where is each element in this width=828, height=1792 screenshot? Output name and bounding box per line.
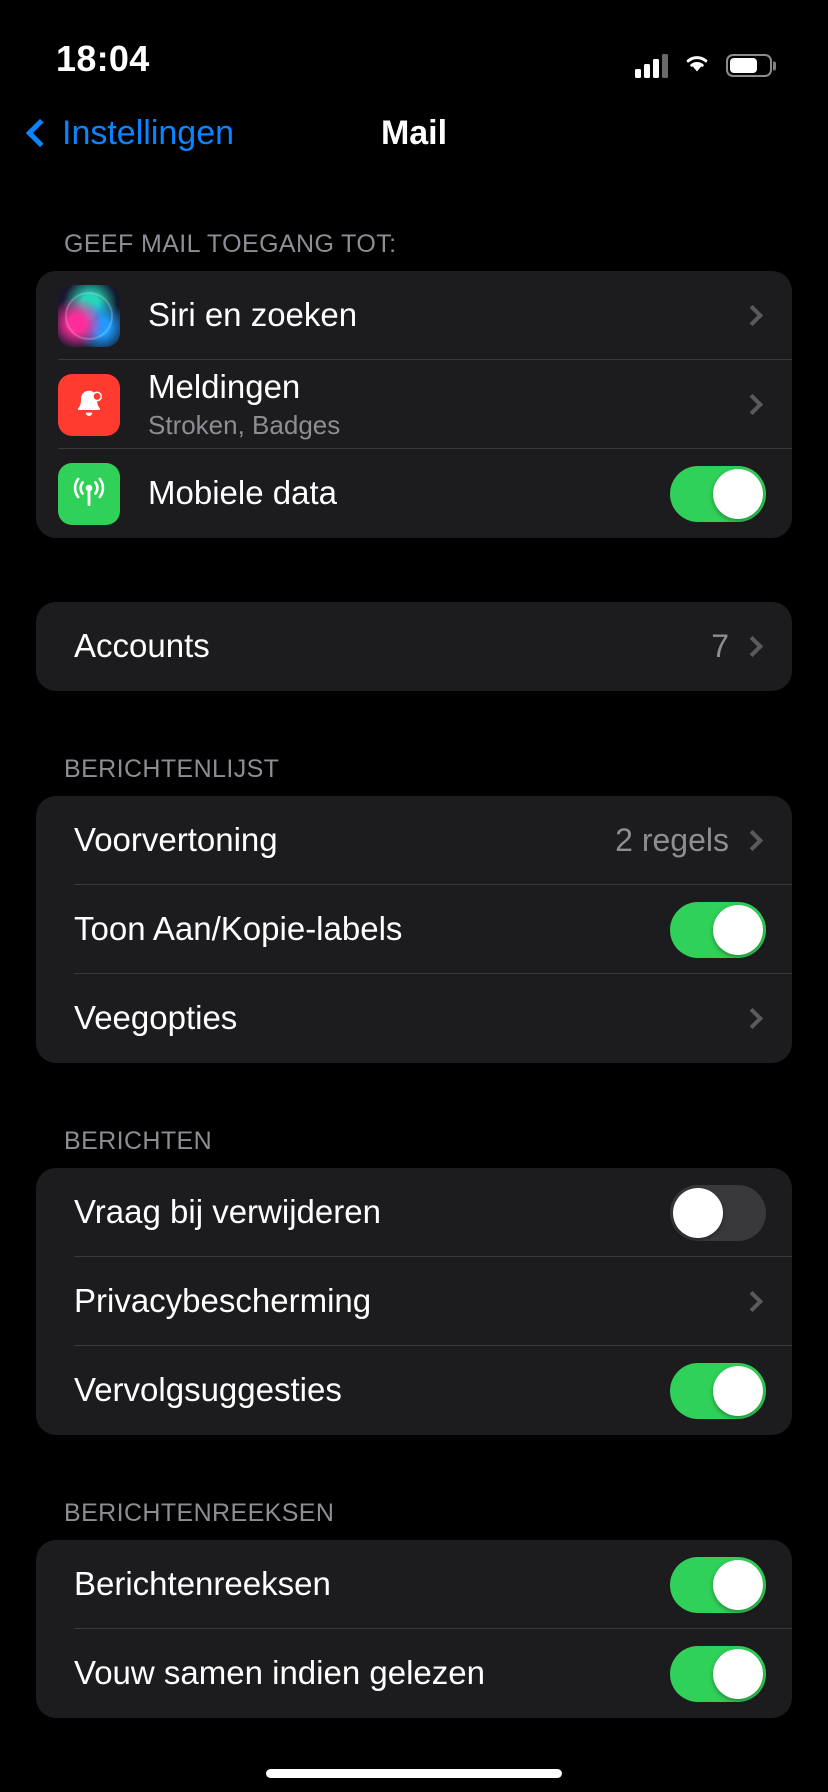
chevron-right-icon [741,304,764,327]
row-label: Veegopties [74,999,238,1037]
section-header: BERICHTENLIJST [64,755,280,783]
section-header: GEEF MAIL TOEGANG TOT: [64,230,397,258]
back-button[interactable]: Instellingen [25,113,235,153]
row-label: Privacybescherming [74,1282,372,1320]
row-label: Voorvertoning [74,821,278,859]
chevron-right-icon [741,1290,764,1313]
toggle-switch[interactable] [670,1645,766,1702]
bell-icon [58,373,120,436]
chevron-right-icon [741,829,764,852]
sidebar-row-toon-aan-kopie-labels[interactable]: Toon Aan/Kopie-labels [74,885,792,974]
chevron-left-icon [25,118,55,148]
cellular-data-icon [58,462,120,525]
row-label: Mobiele data [148,474,337,512]
sidebar-row-vraag-bij-verwijderen[interactable]: Vraag bij verwijderen [74,1168,792,1257]
row-sublabel: Stroken, Badges [148,410,341,441]
row-label: Accounts [74,627,210,665]
row-label: Toon Aan/Kopie-labels [74,910,403,948]
settings-group: Berichtenreeksen Vouw samen indien geleze… [36,1540,792,1718]
settings-group: Siri en zoeken Meldingen Stroken, Badges Mo… [36,271,792,538]
row-label: Meldingen Stroken, Badges [148,368,745,441]
toggle-knob [713,1559,763,1610]
chevron-right-icon [741,1007,764,1030]
section-header: BERICHTENREEKSEN [64,1499,335,1527]
toggle-switch[interactable] [670,465,766,522]
settings-group: Accounts 7 [36,602,792,691]
sidebar-row-accounts[interactable]: Accounts 7 [74,602,792,691]
section-header: BERICHTEN [64,1127,213,1155]
row-value: 7 [711,628,729,664]
toggle-switch[interactable] [670,1184,766,1241]
status-bar: 18:04 [0,0,828,92]
sidebar-row-vervolgsuggesties[interactable]: Vervolgsuggesties [74,1346,792,1435]
siri-icon [58,284,120,347]
toggle-switch[interactable] [670,1556,766,1613]
row-label: Vraag bij verwijderen [74,1193,381,1231]
sidebar-row-veegopties[interactable]: Veegopties [74,974,792,1063]
sidebar-row-siri-en-zoeken[interactable]: Siri en zoeken [58,271,792,360]
back-button-label: Instellingen [62,113,235,152]
status-time: 18:04 [56,38,150,79]
row-label: Berichtenreeksen [74,1565,331,1603]
row-label: Vouw samen indien gelezen [74,1654,485,1692]
sidebar-row-berichtenreeksen[interactable]: Berichtenreeksen [74,1540,792,1629]
toggle-switch[interactable] [670,901,766,958]
toggle-knob [713,904,763,955]
sidebar-row-privacybescherming[interactable]: Privacybescherming [74,1257,792,1346]
sidebar-row-voorvertoning[interactable]: Voorvertoning 2 regels [74,796,792,885]
cellular-signal-icon [635,53,668,78]
wifi-icon [681,51,713,80]
sidebar-row-mobiele-data[interactable]: Mobiele data [58,449,792,538]
row-label: Vervolgsuggesties [74,1371,342,1409]
sidebar-row-meldingen[interactable]: Meldingen Stroken, Badges [58,360,792,449]
settings-group: Vraag bij verwijderen Privacybescherming V… [36,1168,792,1435]
battery-icon [726,54,772,77]
sidebar-row-vouw-samen-indien-gelezen[interactable]: Vouw samen indien gelezen [74,1629,792,1718]
row-label: Siri en zoeken [148,296,358,334]
navigation-bar: Instellingen Mail [0,92,828,174]
chevron-right-icon [741,635,764,658]
toggle-knob [713,468,763,519]
settings-list[interactable]: GEEF MAIL TOEGANG TOT: Siri en zoeken Meld… [0,174,828,1792]
settings-group: Voorvertoning 2 regels Toon Aan/Kopie-labe… [36,796,792,1063]
status-indicators [635,51,772,80]
chevron-right-icon [741,393,764,416]
row-value: 2 regels [615,822,729,858]
toggle-knob [713,1365,763,1416]
toggle-switch[interactable] [670,1362,766,1419]
home-indicator [266,1769,562,1778]
toggle-knob [673,1187,723,1238]
toggle-knob [713,1648,763,1699]
